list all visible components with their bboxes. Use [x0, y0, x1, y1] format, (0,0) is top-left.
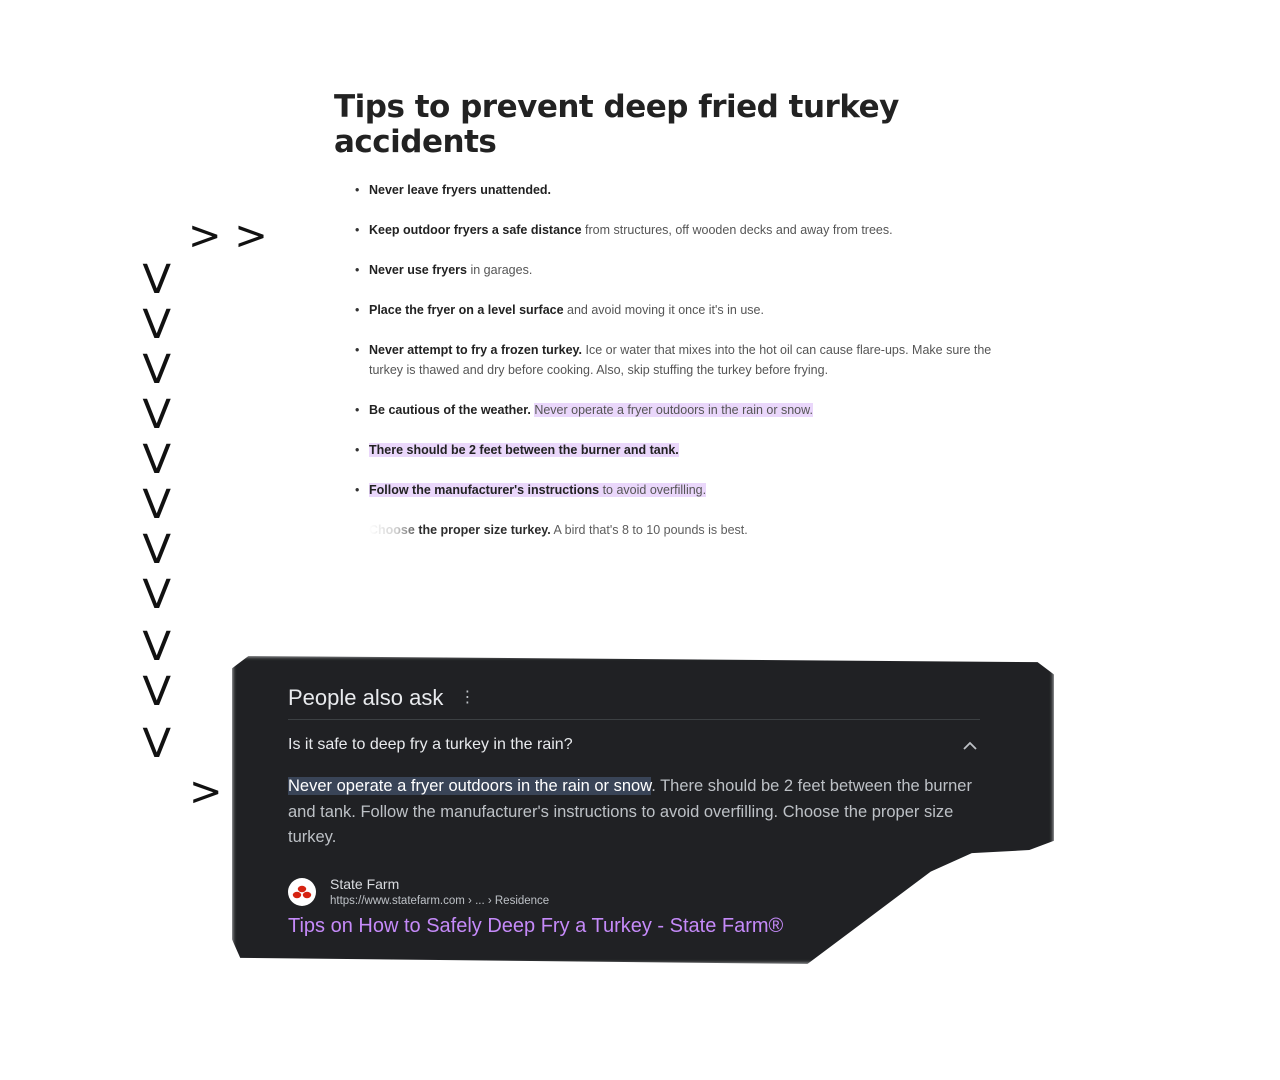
tip-text: to avoid overfilling. — [599, 483, 707, 497]
down-arrow-marker: V — [142, 482, 172, 528]
down-arrow-marker: V — [142, 572, 172, 618]
source-url: https://www.statefarm.com › ... › Reside… — [330, 894, 550, 907]
down-arrow-marker: V — [142, 669, 172, 715]
double-arrow-marker: > > — [188, 213, 268, 259]
list-item: Never use fryers in garages. — [334, 260, 994, 280]
people-also-ask: People also ask ⋮ Is it safe to deep fry… — [288, 680, 980, 938]
down-arrow-marker: V — [142, 302, 172, 348]
tip-highlighted-text: Never operate a fryer outdoors in the ra… — [534, 403, 813, 417]
paa-answer: Never operate a fryer outdoors in the ra… — [288, 774, 978, 851]
list-item: Place the fryer on a level surface and a… — [334, 300, 994, 320]
chevron-up-icon[interactable] — [960, 735, 980, 755]
kebab-icon[interactable]: ⋮ — [459, 690, 475, 706]
source-text: State Farm https://www.statefarm.com › .… — [330, 875, 549, 909]
down-arrow-marker: V — [142, 392, 172, 438]
article: Tips to prevent deep fried turkey accide… — [334, 90, 994, 560]
down-arrow-marker: V — [142, 721, 172, 767]
paa-question-row[interactable]: Is it safe to deep fry a turkey in the r… — [288, 720, 980, 770]
tip-bold: Place the fryer on a level surface — [369, 303, 564, 317]
tip-text: in garages. — [466, 263, 533, 277]
down-arrow-marker: V — [142, 347, 172, 393]
tip-bold-faded: Choose — [369, 523, 415, 537]
list-item: Keep outdoor fryers a safe distance from… — [334, 220, 994, 240]
list-item: Be cautious of the weather. Never operat… — [334, 400, 994, 420]
paa-question: Is it safe to deep fry a turkey in the r… — [288, 736, 573, 753]
tip-text: A bird that's 8 to 10 pounds is best. — [550, 523, 748, 537]
paa-header: People also ask ⋮ — [288, 680, 980, 716]
result-link[interactable]: Tips on How to Safely Deep Fry a Turkey … — [288, 915, 980, 938]
tip-bold: Keep outdoor fryers a safe distance — [369, 223, 582, 237]
down-arrow-marker: V — [142, 624, 172, 670]
tip-text: and avoid moving it once it's in use. — [563, 303, 764, 317]
tip-bold: Be cautious of the weather. — [369, 403, 531, 417]
tip-bold: the proper size turkey. — [414, 523, 551, 537]
state-farm-logo — [288, 877, 316, 906]
article-title: Tips to prevent deep fried turkey accide… — [334, 89, 899, 160]
single-arrow-marker: > — [189, 769, 223, 815]
down-arrow-marker: V — [142, 527, 172, 573]
list-item: Choose the proper size turkey. A bird th… — [334, 520, 994, 540]
tip-bold: Never attempt to fry a frozen turkey. — [369, 343, 583, 357]
list-item: There should be 2 feet between the burne… — [334, 440, 994, 460]
paa-title: People also ask — [288, 685, 444, 710]
source[interactable]: State Farm https://www.statefarm.com › .… — [288, 875, 980, 909]
tip-list: Never leave fryers unattended. Keep outd… — [334, 180, 994, 540]
selected-text: Never operate a fryer outdoors in the ra… — [288, 777, 652, 795]
tip-bold: Follow the manufacturer's instructions — [369, 483, 600, 497]
tip-bold: There should be 2 feet between the burne… — [369, 443, 679, 457]
list-item: Never attempt to fry a frozen turkey. Ic… — [334, 340, 994, 380]
list-item: Never leave fryers unattended. — [334, 180, 994, 200]
tip-bold: Never leave fryers unattended. — [369, 183, 552, 197]
down-arrow-marker: V — [142, 257, 172, 303]
source-name: State Farm — [330, 875, 400, 892]
down-arrow-marker: V — [142, 437, 172, 483]
list-item: Follow the manufacturer's instructions t… — [334, 480, 994, 500]
tip-bold: Never use fryers — [369, 263, 467, 277]
tip-text: from structures, off wooden decks and aw… — [581, 223, 893, 237]
